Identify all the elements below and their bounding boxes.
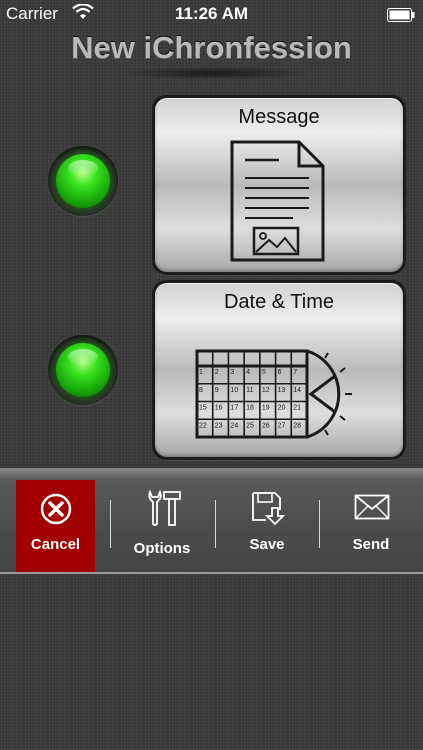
message-button-label: Message [238,106,320,128]
calendar-day: 24 [230,422,238,429]
calendar-day: 7 [293,369,297,376]
message-button[interactable]: Message [152,95,406,275]
calendar-day: 6 [278,369,282,376]
message-status-light [48,146,118,216]
calendar-day: 22 [199,422,207,429]
calendar-day: 10 [230,387,238,394]
calendar-day: 26 [262,422,270,429]
calendar-day: 8 [199,387,203,394]
send-button[interactable]: Send [326,480,416,572]
toolbar-top-edge [0,468,423,480]
calendar-day: 3 [230,369,234,376]
status-bar: Carrier 11:26 AM [0,0,423,28]
calendar-day: 2 [215,369,219,376]
datetime-status-light [48,335,118,405]
cancel-label: Cancel [30,536,81,553]
calendar-day: 12 [262,387,270,394]
empty-content-area [0,574,423,750]
envelope-icon [354,494,390,520]
cancel-button[interactable]: Cancel [16,480,95,572]
green-led-icon [56,154,110,208]
bottom-toolbar: Cancel Options Save Send [0,480,423,574]
calendar-day: 19 [262,405,270,412]
calendar-day: 21 [293,405,301,412]
calendar-day: 23 [215,422,223,429]
calendar-day: 25 [246,422,254,429]
toolbar-separator [110,500,111,548]
calendar-day: 13 [278,387,286,394]
toolbar-separator [215,500,216,548]
date-time-button-label: Date & Time [223,291,335,313]
green-led-icon [56,343,110,397]
calendar-day: 15 [199,405,207,412]
options-button[interactable]: Options [118,480,206,572]
status-time: 11:26 AM [174,4,249,23]
calendar-day: 16 [215,405,223,412]
save-button[interactable]: Save [222,480,312,572]
cancel-icon [40,493,72,525]
calendar-day: 5 [262,369,266,376]
options-label: Options [133,540,191,557]
calendar-day: 18 [246,405,254,412]
title-shadow [120,66,310,80]
calendar-day: 1 [199,369,203,376]
save-icon [252,492,286,526]
tools-icon [148,489,181,526]
calendar-day: 20 [278,405,286,412]
date-time-button[interactable]: Date & Time 1 2 3 4 5 6 7 8 9 10 11 12 13 14 15 16 17 18 1… [152,280,406,460]
calendar-day: 27 [278,422,286,429]
save-label: Save [249,536,285,553]
toolbar-separator [319,500,320,548]
calendar-day: 17 [230,405,238,412]
calendar-clock-icon: 1 2 3 4 5 6 78 9 10 11 12 13 1415 16 17 18 19 20 2122 23 24 2… [195,349,352,439]
calendar-day: 9 [215,387,219,394]
document-image-icon [230,140,325,262]
calendar-day: 11 [246,387,253,394]
send-label: Send [352,536,390,553]
calendar-day: 14 [293,387,301,394]
calendar-day: 28 [293,422,301,429]
page-title: New iChronfession [71,30,352,65]
battery-icon [387,7,415,27]
calendar-day: 4 [246,369,250,376]
